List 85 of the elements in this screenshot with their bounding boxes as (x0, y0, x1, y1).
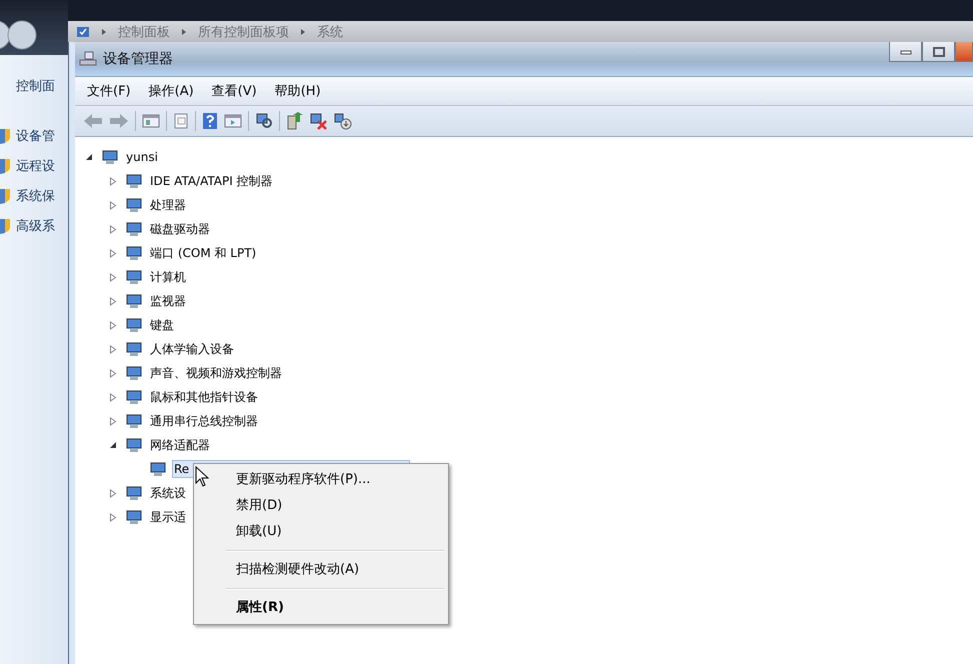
expand-arrow-icon[interactable] (109, 272, 117, 282)
menu-item[interactable]: 查看(V) (212, 82, 257, 100)
disable-icon[interactable] (334, 112, 352, 130)
minimize-button[interactable] (889, 42, 922, 62)
back-arrow-icon[interactable] (83, 113, 103, 129)
tree-item[interactable]: 计算机 (148, 266, 188, 288)
device-icon (125, 317, 143, 333)
maximize-icon (932, 46, 944, 56)
menu-item[interactable]: 禁用(D) (196, 493, 446, 519)
menu-item[interactable]: 卸载(U) (196, 519, 446, 545)
tree-item[interactable]: 显示适 (148, 506, 188, 528)
expand-arrow-icon[interactable] (109, 344, 117, 354)
tree-item[interactable]: 声音、视频和游戏控制器 (148, 362, 284, 384)
sidebar-link[interactable]: 远程设 (16, 157, 55, 175)
computer-icon (101, 149, 119, 165)
sidebar-link[interactable]: 高级系 (16, 217, 55, 235)
expand-arrow-icon[interactable] (109, 368, 117, 378)
expand-arrow-icon[interactable] (109, 512, 117, 522)
tree-item[interactable]: 磁盘驱动器 (148, 218, 212, 240)
device-icon (125, 293, 143, 309)
device-icon (125, 509, 143, 525)
minimize-icon (900, 48, 912, 54)
maximize-button[interactable] (922, 42, 955, 62)
chevron-icon (100, 28, 108, 36)
update-driver-icon[interactable] (286, 112, 304, 130)
menu-item[interactable]: 文件(F) (87, 82, 131, 100)
device-icon (125, 341, 143, 357)
tree-item[interactable]: 监视器 (148, 290, 188, 312)
tree-item[interactable]: 端口 (COM 和 LPT) (148, 242, 258, 264)
shield-icon (0, 158, 10, 174)
shield-icon (0, 188, 10, 204)
sidebar-heading[interactable]: 控制面 (0, 77, 68, 95)
sidebar-link[interactable]: 系统保 (16, 187, 55, 205)
tree-item[interactable]: 人体学输入设备 (148, 338, 236, 360)
tree-item[interactable]: 系统设 (148, 482, 188, 504)
shield-icon (0, 218, 10, 234)
device-icon (125, 173, 143, 189)
device-manager-icon (79, 51, 97, 67)
device-icon (125, 413, 143, 429)
tree-item[interactable]: 鼠标和其他指针设备 (148, 386, 260, 408)
collapse-arrow-icon[interactable] (85, 152, 93, 162)
device-icon (125, 245, 143, 261)
device-icon (125, 389, 143, 405)
collapse-arrow-icon[interactable] (109, 440, 117, 450)
menu-item[interactable]: 属性(R) (196, 595, 446, 621)
device-icon (125, 365, 143, 381)
expand-arrow-icon[interactable] (109, 392, 117, 402)
cursor-icon (195, 466, 209, 488)
device-icon (125, 485, 143, 501)
expand-arrow-icon[interactable] (109, 176, 117, 186)
expand-arrow-icon[interactable] (109, 200, 117, 210)
shield-icon (0, 128, 10, 144)
window-title: 设备管理器 (103, 50, 173, 68)
expand-arrow-icon[interactable] (109, 416, 117, 426)
expand-arrow-icon[interactable] (109, 488, 117, 498)
help-icon[interactable] (202, 112, 218, 130)
device-icon (125, 221, 143, 237)
document-icon[interactable] (173, 113, 189, 129)
expand-arrow-icon[interactable] (109, 248, 117, 258)
device-icon (149, 461, 167, 477)
expand-arrow-icon[interactable] (109, 224, 117, 234)
device-icon (125, 197, 143, 213)
tree-item[interactable]: 通用串行总线控制器 (148, 410, 260, 432)
chevron-icon (299, 28, 307, 36)
forward-arrow-icon[interactable] (109, 113, 129, 129)
tree-item[interactable]: 键盘 (148, 314, 176, 336)
tree-item[interactable]: IDE ATA/ATAPI 控制器 (148, 170, 275, 192)
chevron-icon (180, 28, 188, 36)
expand-arrow-icon[interactable] (109, 296, 117, 306)
device-icon (125, 269, 143, 285)
expand-arrow-icon[interactable] (109, 320, 117, 330)
tree-item[interactable]: 处理器 (148, 194, 188, 216)
close-button[interactable] (955, 42, 973, 62)
control-panel-icon (76, 26, 90, 38)
panel-icon[interactable] (142, 113, 160, 129)
uninstall-icon[interactable] (310, 112, 328, 130)
tree-item[interactable]: yunsi (124, 148, 160, 166)
scan-hardware-icon[interactable] (255, 112, 273, 130)
tree-item[interactable]: 网络适配器 (148, 434, 212, 456)
device-icon (125, 437, 143, 453)
menu-item[interactable]: 操作(A) (148, 82, 194, 100)
panel-icon[interactable] (224, 113, 242, 129)
menu-item[interactable]: 扫描检测硬件改动(A) (196, 557, 446, 583)
menu-item[interactable]: 帮助(H) (274, 82, 321, 100)
sidebar-link[interactable]: 设备管 (16, 127, 55, 145)
